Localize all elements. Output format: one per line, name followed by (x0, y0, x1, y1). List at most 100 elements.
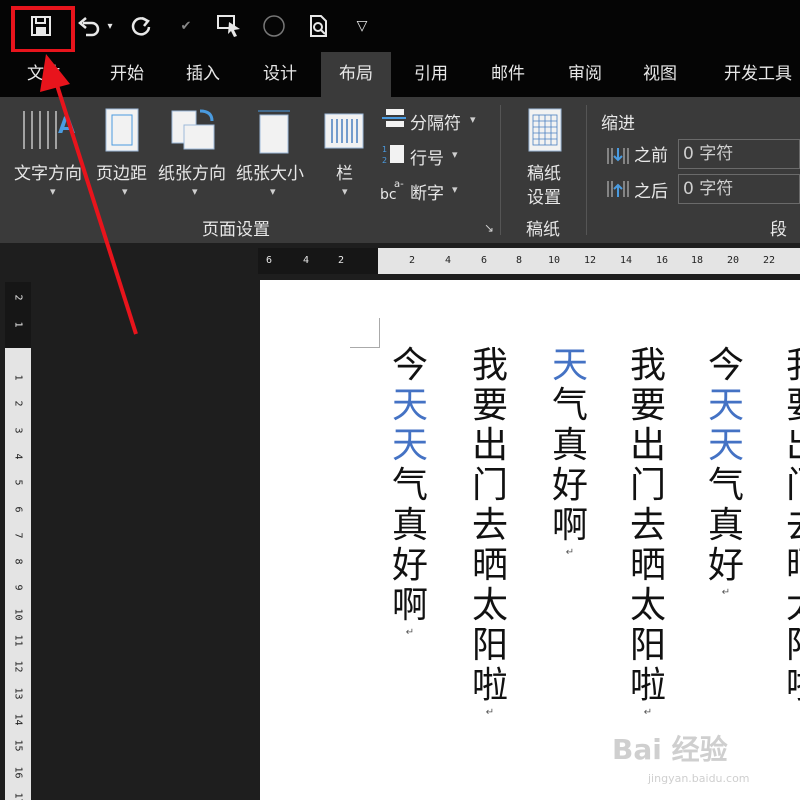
breaks-icon (382, 107, 406, 133)
ruler-tick-label: 8 (516, 255, 523, 266)
character: 去 (784, 506, 800, 546)
ruler-margin-area (258, 248, 378, 274)
ruler-tick-label: 11 (12, 634, 24, 647)
character: 要 (471, 385, 508, 426)
svg-text:1: 1 (382, 145, 387, 154)
paragraph-mark-icon: ↵ (485, 707, 495, 718)
tab-view[interactable]: 视图 (625, 52, 695, 97)
spacing-before-field[interactable]: 0 字符 (678, 139, 800, 169)
page-setup-dialog-launcher-icon[interactable]: ↘ (484, 221, 494, 235)
character: 好 (391, 545, 428, 586)
tab-mailings[interactable]: 邮件 (473, 52, 543, 97)
paper-size-dropdown-icon[interactable]: ▾ (270, 185, 276, 198)
ruler-tick-label: 15 (12, 739, 24, 752)
character: 去 (629, 505, 666, 546)
circle-icon[interactable] (260, 8, 288, 44)
hyphenation-dropdown-icon[interactable]: ▾ (452, 183, 458, 196)
undo-icon[interactable] (76, 8, 102, 44)
character: 今 (391, 345, 428, 386)
ruler-tick-label: 9 (12, 584, 24, 591)
character: 天 (707, 425, 744, 466)
tab-file[interactable]: 文件 (14, 52, 74, 97)
character: 我 (784, 346, 800, 386)
print-preview-icon[interactable] (305, 8, 333, 44)
paragraph-mark-icon: ↵ (784, 706, 800, 720)
ruler-tick-label: 6 (266, 255, 273, 266)
paper-size-button[interactable]: 纸张大小 (236, 159, 304, 184)
character: 啊 (391, 585, 428, 626)
line-numbers-dropdown-icon[interactable]: ▾ (452, 148, 458, 161)
ruler-tick-label: 6 (481, 255, 488, 266)
separator (586, 105, 587, 235)
paragraph-mark-icon: ↵ (405, 627, 415, 638)
tab-home[interactable]: 开始 (92, 52, 162, 97)
character: 好 (707, 545, 744, 586)
tab-references[interactable]: 引用 (396, 52, 466, 97)
draft-settings-button-line2[interactable]: 设置 (527, 183, 561, 208)
tab-design[interactable]: 设计 (244, 52, 316, 97)
document-page[interactable]: 今天天气真好啊 ↵ 我要出门去晒太阳啦 ↵ 天气真好啊 ↵ 我要出门去晒太阳啦 ↵ 今天天气真好… (260, 280, 800, 800)
redo-icon[interactable] (128, 8, 154, 44)
orientation-button[interactable]: 纸张方向 (158, 159, 226, 184)
ruler-tick-label: 12 (584, 255, 597, 266)
character: 啦 (471, 665, 508, 706)
character: 晒 (629, 545, 666, 586)
character: 天 (391, 385, 428, 426)
text-direction-button[interactable]: 文字方向 (14, 159, 82, 184)
text-direction-dropdown-icon[interactable]: ▾ (50, 185, 56, 198)
margins-button[interactable]: 页边距 (96, 159, 147, 184)
spacing-before-label: 之前 (634, 146, 668, 166)
tab-review[interactable]: 审阅 (550, 52, 620, 97)
ruler-tick-label: 12 (12, 660, 24, 673)
character: 真 (551, 425, 588, 466)
text-column[interactable]: 今天天气真好啊 ↵ (390, 346, 430, 640)
format-painter-icon[interactable]: ✔ (172, 8, 200, 44)
columns-dropdown-icon[interactable]: ▾ (342, 185, 348, 198)
ruler-tick-label: 16 (12, 765, 24, 779)
draft-settings-button-line1[interactable]: 稿纸 (527, 159, 561, 184)
character: 气 (391, 465, 428, 506)
orientation-dropdown-icon[interactable]: ▾ (192, 185, 198, 198)
line-numbers-button[interactable]: 行号 (410, 144, 444, 169)
text-column[interactable]: 天气真好啊 ↵ (550, 346, 590, 560)
tab-insert[interactable]: 插入 (168, 52, 238, 97)
margins-dropdown-icon[interactable]: ▾ (122, 185, 128, 198)
character: 门 (629, 465, 666, 506)
tab-developer[interactable]: 开发工具 (708, 52, 800, 97)
margin-corner-mark (350, 318, 380, 348)
character: 太 (784, 586, 800, 626)
ruler-tick-label: 2 (12, 400, 24, 407)
character: 气 (551, 385, 588, 426)
undo-dropdown-icon[interactable]: ▾ (103, 8, 117, 44)
columns-button[interactable]: 栏 (336, 159, 353, 184)
touch-mode-icon[interactable] (214, 8, 244, 44)
character: 我 (629, 345, 666, 386)
breaks-dropdown-icon[interactable]: ▾ (470, 113, 476, 126)
character: 气 (707, 465, 744, 506)
ruler-tick-label: 10 (548, 255, 561, 266)
line-numbers-icon: 12 (382, 143, 406, 169)
page-setup-group-label: 页面设置 (202, 220, 270, 240)
ruler-tick-label: 13 (12, 687, 24, 700)
character: 天 (551, 345, 588, 386)
spacing-after-field[interactable]: 0 字符 (678, 174, 800, 204)
tab-layout[interactable]: 布局 (321, 52, 391, 97)
text-column[interactable]: 我要出门去晒太阳啦↵ (628, 346, 668, 720)
breaks-button[interactable]: 分隔符 (410, 109, 461, 134)
character: 啦 (784, 666, 800, 706)
ruler-tick-label: 18 (691, 255, 704, 266)
character: 出 (784, 426, 800, 466)
separator (500, 105, 501, 235)
ruler-tick-label: 17 (12, 792, 24, 800)
hyphenation-button[interactable]: 断字 (410, 179, 444, 204)
character: 今 (707, 345, 744, 386)
ruler-tick-label: 20 (727, 255, 740, 266)
watermark-logo: Bai 经验 (612, 733, 728, 766)
text-column[interactable]: 我要出门去晒太阳啦↵ (470, 346, 510, 720)
draft-paper-icon (527, 107, 563, 157)
customize-toolbar-icon[interactable]: ▽ (352, 8, 372, 44)
spacing-after-label: 之后 (634, 182, 668, 202)
text-column[interactable]: 我要出门去晒太阳啦↵ (784, 346, 800, 720)
text-column[interactable]: 今天天气真好 ↵ (706, 346, 746, 600)
character: 我 (471, 345, 508, 386)
